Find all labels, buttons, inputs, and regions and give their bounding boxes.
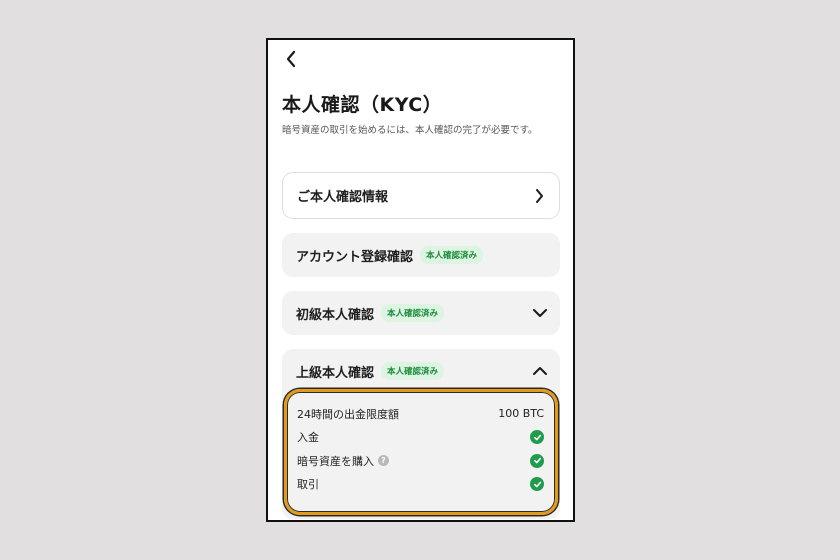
status-badge: 本人確認済み (420, 246, 484, 264)
account-registration-label: アカウント登録確認 (296, 249, 414, 265)
advanced-limits-panel: 24時間の出金限度額 100 BTC 入金 暗号資産を購入 ? 取引 (284, 389, 558, 515)
chevron-left-icon (285, 50, 297, 72)
page-title: 本人確認（KYC） (282, 94, 443, 116)
advanced-kyc-label: 上級本人確認 (296, 365, 375, 381)
basic-kyc-label: 初級本人確認 (296, 307, 375, 323)
phone-screen: 本人確認（KYC） 暗号資産の取引を始めるには、本人確認の完了が必要です。 ご本… (266, 38, 575, 522)
buy-crypto-label: 暗号資産を購入 (297, 454, 374, 468)
limit-row-trade: 取引 (297, 473, 544, 497)
help-icon[interactable]: ? (378, 455, 389, 467)
advanced-kyc-header[interactable]: 上級本人確認 本人確認済み (282, 349, 560, 393)
chevron-down-icon (532, 305, 548, 321)
account-registration-card: アカウント登録確認 本人確認済み (282, 233, 560, 277)
page-description: 暗号資産の取引を始めるには、本人確認の完了が必要です。 (282, 125, 538, 136)
chevron-up-icon (532, 363, 548, 379)
limit-row-buy-crypto: 暗号資産を購入 ? (297, 449, 544, 473)
deposit-label: 入金 (297, 431, 319, 445)
kyc-info-label: ご本人確認情報 (297, 190, 389, 205)
withdrawal-limit-label: 24時間の出金限度額 (297, 407, 399, 421)
basic-kyc-card[interactable]: 初級本人確認 本人確認済み (282, 291, 560, 335)
check-circle-icon (530, 430, 544, 445)
buy-crypto-label-group: 暗号資産を購入 ? (297, 453, 389, 469)
check-circle-icon (530, 453, 544, 468)
limit-row-deposit: 入金 (297, 426, 544, 450)
limit-row-withdrawal: 24時間の出金限度額 100 BTC (297, 402, 544, 426)
advanced-kyc-card: 上級本人確認 本人確認済み 24時間の出金限度額 100 BTC 入金 暗号資産… (282, 349, 560, 519)
kyc-info-card[interactable]: ご本人確認情報 (282, 172, 560, 219)
withdrawal-limit-value: 100 BTC (498, 407, 544, 421)
check-circle-icon (530, 477, 544, 492)
status-badge: 本人確認済み (381, 362, 445, 380)
status-badge: 本人確認済み (381, 304, 445, 322)
trade-label: 取引 (297, 478, 319, 492)
chevron-right-icon (531, 188, 547, 204)
back-button[interactable] (280, 50, 302, 72)
